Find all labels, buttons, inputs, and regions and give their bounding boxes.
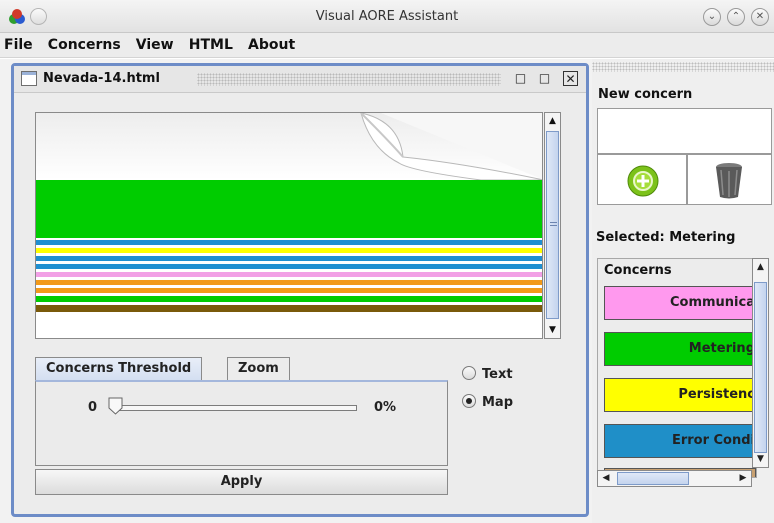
scroll-down-icon[interactable]: ▼ bbox=[545, 322, 560, 338]
concern-stripe bbox=[36, 264, 542, 269]
desktop-area: Nevada-14.html □ □ ✕ ▲ ▼ Concerns Thresh… bbox=[0, 59, 774, 523]
minimize-icon[interactable]: ⌄ bbox=[703, 8, 721, 26]
concern-item-persistence[interactable]: Persistenc bbox=[604, 378, 756, 412]
radio-map-label: Map bbox=[482, 395, 514, 410]
concern-stripe bbox=[36, 288, 542, 293]
concerns-scroll-right-icon[interactable]: ▶ bbox=[735, 471, 751, 486]
add-icon bbox=[627, 165, 659, 197]
concern-stripe bbox=[36, 180, 542, 238]
window-title: Visual AORE Assistant bbox=[315, 9, 459, 24]
new-concern-input[interactable] bbox=[597, 108, 772, 154]
close-frame-icon[interactable]: ✕ bbox=[563, 71, 578, 86]
concerns-scroll-thumb[interactable] bbox=[754, 282, 767, 453]
maximize-icon[interactable]: ⌃ bbox=[727, 8, 745, 26]
delete-concern-button[interactable] bbox=[687, 154, 772, 205]
concern-map-view[interactable] bbox=[35, 112, 543, 339]
concern-stripe bbox=[36, 256, 542, 261]
concern-stripe bbox=[36, 280, 542, 285]
map-vertical-scrollbar[interactable]: ▲ ▼ bbox=[544, 112, 561, 339]
selected-concern-label: Selected: Metering bbox=[596, 230, 736, 245]
concern-item-metering[interactable]: Metering bbox=[604, 332, 756, 366]
menu-file[interactable]: File bbox=[4, 33, 33, 53]
concerns-group-label: Concerns bbox=[604, 263, 672, 278]
threshold-slider-track[interactable] bbox=[112, 405, 357, 411]
threshold-value: 0% bbox=[374, 400, 397, 415]
iconify-icon[interactable]: □ bbox=[513, 71, 528, 86]
radio-text[interactable]: Text bbox=[462, 366, 513, 382]
radio-map-indicator[interactable] bbox=[462, 394, 476, 408]
concern-stripe bbox=[36, 305, 542, 312]
menu-bar: File Concerns View HTML About bbox=[0, 33, 774, 58]
menu-view[interactable]: View bbox=[136, 33, 174, 53]
concerns-hscroll-thumb[interactable] bbox=[617, 472, 689, 485]
threshold-panel: 0 0% bbox=[35, 380, 448, 466]
radio-map[interactable]: Map bbox=[462, 394, 513, 410]
concerns-horizontal-scrollbar[interactable]: ◀ ▶ bbox=[597, 470, 752, 487]
concern-item-error-conditions[interactable]: Error Condi bbox=[604, 424, 756, 458]
radio-text-indicator[interactable] bbox=[462, 366, 476, 380]
title-bar: Visual AORE Assistant ⌄ ⌃ ✕ bbox=[0, 0, 774, 33]
concern-stripe bbox=[36, 296, 542, 302]
concern-stripe bbox=[36, 248, 542, 253]
title-bar-grip bbox=[197, 73, 501, 86]
menu-concerns[interactable]: Concerns bbox=[48, 33, 121, 53]
menu-html[interactable]: HTML bbox=[189, 33, 233, 53]
concerns-vertical-scrollbar[interactable]: ▲ ▼ bbox=[752, 258, 769, 468]
add-concern-button[interactable] bbox=[597, 154, 687, 205]
menu-about[interactable]: About bbox=[248, 33, 295, 53]
concerns-scroll-left-icon[interactable]: ◀ bbox=[598, 471, 614, 486]
concern-stripe bbox=[36, 272, 542, 277]
document-frame: Nevada-14.html □ □ ✕ ▲ ▼ Concerns Thresh… bbox=[11, 63, 589, 517]
concern-item-communication[interactable]: Communica bbox=[604, 286, 756, 320]
scroll-thumb[interactable] bbox=[546, 131, 559, 319]
threshold-slider-thumb[interactable] bbox=[108, 397, 123, 415]
concerns-list: Concerns Communica Metering Persistenc E… bbox=[597, 258, 757, 478]
document-title-bar[interactable]: Nevada-14.html □ □ ✕ bbox=[14, 66, 586, 93]
page-curl-icon bbox=[360, 113, 542, 180]
concerns-scroll-up-icon[interactable]: ▲ bbox=[753, 259, 768, 275]
concern-stripes bbox=[36, 180, 542, 315]
concern-stripe bbox=[36, 240, 542, 245]
close-icon[interactable]: ✕ bbox=[751, 8, 769, 26]
concerns-scroll-down-icon[interactable]: ▼ bbox=[753, 451, 768, 467]
tab-zoom[interactable]: Zoom bbox=[227, 357, 290, 380]
trash-icon bbox=[716, 163, 742, 199]
panel-grip bbox=[592, 62, 774, 72]
radio-text-label: Text bbox=[482, 367, 513, 382]
document-icon bbox=[21, 71, 37, 86]
tab-concerns-threshold[interactable]: Concerns Threshold bbox=[35, 357, 203, 380]
apply-button[interactable]: Apply bbox=[35, 469, 448, 495]
document-title: Nevada-14.html bbox=[43, 71, 160, 86]
scroll-up-icon[interactable]: ▲ bbox=[545, 113, 560, 129]
slider-min-label: 0 bbox=[88, 400, 98, 415]
restore-icon[interactable]: □ bbox=[537, 71, 552, 86]
concerns-side-panel: New concern Selected: Metering Concerns … bbox=[592, 59, 774, 523]
new-concern-label: New concern bbox=[598, 87, 693, 102]
